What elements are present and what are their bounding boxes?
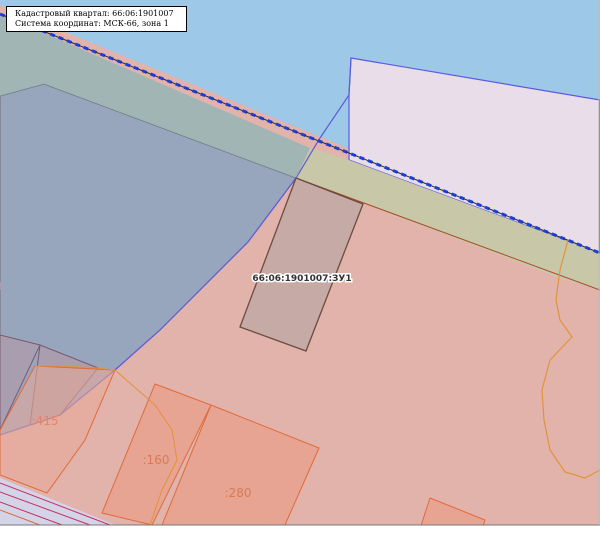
map-canvas[interactable]: 66:06:1901007:ЗУ1 :415 :160 :280: [0, 0, 600, 535]
parcel-160-label: :160: [143, 453, 170, 467]
map-bottom-margin: [0, 525, 600, 535]
parcel-415-label: :415: [32, 414, 59, 428]
map-info-legend: Кадастровый квартал: 66:06:1901007 Систе…: [6, 6, 187, 32]
cadastral-map[interactable]: 66:06:1901007:ЗУ1 :415 :160 :280 Кадастр…: [0, 0, 600, 535]
quarter-line-text: Кадастровый квартал: 66:06:1901007: [15, 9, 174, 18]
parcel-280-label: :280: [225, 486, 252, 500]
target-parcel-label: 66:06:1901007:ЗУ1: [252, 274, 351, 284]
coords-line-text: Система координат: МСК-66, зона 1: [15, 19, 169, 28]
